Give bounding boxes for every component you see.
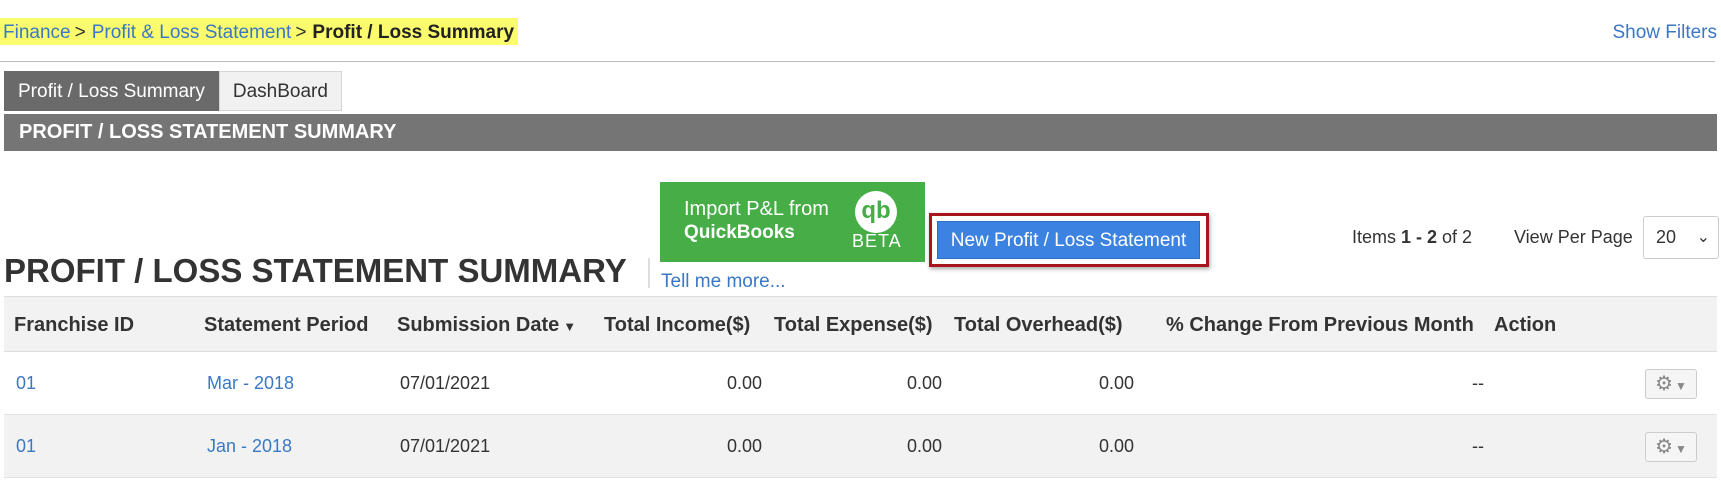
row-action-button[interactable]: ⚙ ▼ xyxy=(1645,369,1697,399)
show-filters-link[interactable]: Show Filters xyxy=(1612,22,1717,44)
breadcrumb-finance[interactable]: Finance xyxy=(3,22,71,43)
sort-desc-icon: ▼ xyxy=(563,319,577,334)
tab-dashboard[interactable]: DashBoard xyxy=(218,71,342,111)
total-expense: 0.00 xyxy=(906,436,942,456)
items-range: 1 - 2 xyxy=(1401,227,1438,247)
franchise-id-link[interactable]: 01 xyxy=(16,415,36,478)
total-expense: 0.00 xyxy=(906,373,942,393)
franchise-id-link[interactable]: 01 xyxy=(16,352,36,415)
page-title: PROFIT / LOSS STATEMENT SUMMARY xyxy=(4,252,627,289)
row-action-button[interactable]: ⚙ ▼ xyxy=(1645,432,1697,462)
submission-date: 07/01/2021 xyxy=(400,436,491,456)
section-header: PROFIT / LOSS STATEMENT SUMMARY xyxy=(4,114,1717,151)
breadcrumb-separator: > xyxy=(295,22,307,43)
per-page-select[interactable]: 20 ⌄ xyxy=(1643,216,1719,259)
total-overhead: 0.00 xyxy=(1098,436,1134,456)
percent-change: -- xyxy=(1472,373,1484,393)
tab-profit-loss-summary[interactable]: Profit / Loss Summary xyxy=(4,71,219,111)
column-percent-change[interactable]: % Change From Previous Month xyxy=(1166,297,1474,353)
statement-period-link[interactable]: Jan - 2018 xyxy=(207,415,292,478)
breadcrumb: Finance > Profit & Loss Statement > Profit /… xyxy=(0,18,519,45)
total-income: 0.00 xyxy=(726,373,762,393)
gear-icon: ⚙ xyxy=(1655,373,1674,395)
breadcrumb-current: Profit / Loss Summary xyxy=(312,22,515,43)
view-per-page-label: View Per Page xyxy=(1514,227,1633,247)
header-divider xyxy=(0,61,1715,62)
column-statement-period[interactable]: Statement Period xyxy=(204,297,368,353)
submission-date: 07/01/2021 xyxy=(400,373,491,393)
gear-icon: ⚙ xyxy=(1655,436,1674,458)
caret-down-icon: ▼ xyxy=(1675,442,1687,456)
quickbooks-logo-icon: qb xyxy=(855,191,897,233)
breadcrumb-profit-loss-statement[interactable]: Profit & Loss Statement xyxy=(92,22,292,43)
breadcrumb-separator: > xyxy=(74,22,86,43)
new-statement-highlight: New Profit / Loss Statement xyxy=(929,213,1209,267)
items-total: of 2 xyxy=(1437,227,1473,247)
column-total-overhead[interactable]: Total Overhead($) xyxy=(954,297,1123,353)
title-divider xyxy=(648,258,650,288)
items-prefix: Items xyxy=(1352,227,1402,247)
import-quickbooks-button[interactable]: Import P&L from QuickBooks qb BETA xyxy=(660,182,925,262)
column-submission-date-label: Submission Date xyxy=(397,314,560,336)
beta-badge: BETA xyxy=(852,231,902,251)
tell-me-more-link[interactable]: Tell me more... xyxy=(661,271,786,293)
percent-change: -- xyxy=(1472,436,1484,456)
column-total-expense[interactable]: Total Expense($) xyxy=(774,297,933,353)
statement-period-link[interactable]: Mar - 2018 xyxy=(207,352,294,415)
table-row: 01 Mar - 2018 07/01/2021 0.00 0.00 0.00 … xyxy=(4,352,1717,415)
items-count: Items 1 - 2 of 2 xyxy=(1352,227,1472,248)
column-total-income[interactable]: Total Income($) xyxy=(604,297,750,353)
per-page-value: 20 xyxy=(1656,227,1677,247)
table-row: 01 Jan - 2018 07/01/2021 0.00 0.00 0.00 … xyxy=(4,415,1717,478)
chevron-down-icon: ⌄ xyxy=(1696,229,1710,246)
statement-table: Franchise ID Statement Period Submission… xyxy=(4,296,1717,478)
table-header: Franchise ID Statement Period Submission… xyxy=(4,296,1717,352)
tab-bar: Profit / Loss Summary DashBoard xyxy=(4,71,342,111)
column-franchise-id[interactable]: Franchise ID xyxy=(14,297,134,353)
column-submission-date[interactable]: Submission Date ▼ xyxy=(397,297,576,355)
import-label: Import P&L from xyxy=(684,198,829,220)
column-action: Action xyxy=(1494,314,1557,336)
total-income: 0.00 xyxy=(726,436,762,456)
total-overhead: 0.00 xyxy=(1098,373,1134,393)
new-profit-loss-statement-button[interactable]: New Profit / Loss Statement xyxy=(937,221,1200,259)
quickbooks-label: QuickBooks xyxy=(684,222,795,243)
caret-down-icon: ▼ xyxy=(1675,379,1687,393)
